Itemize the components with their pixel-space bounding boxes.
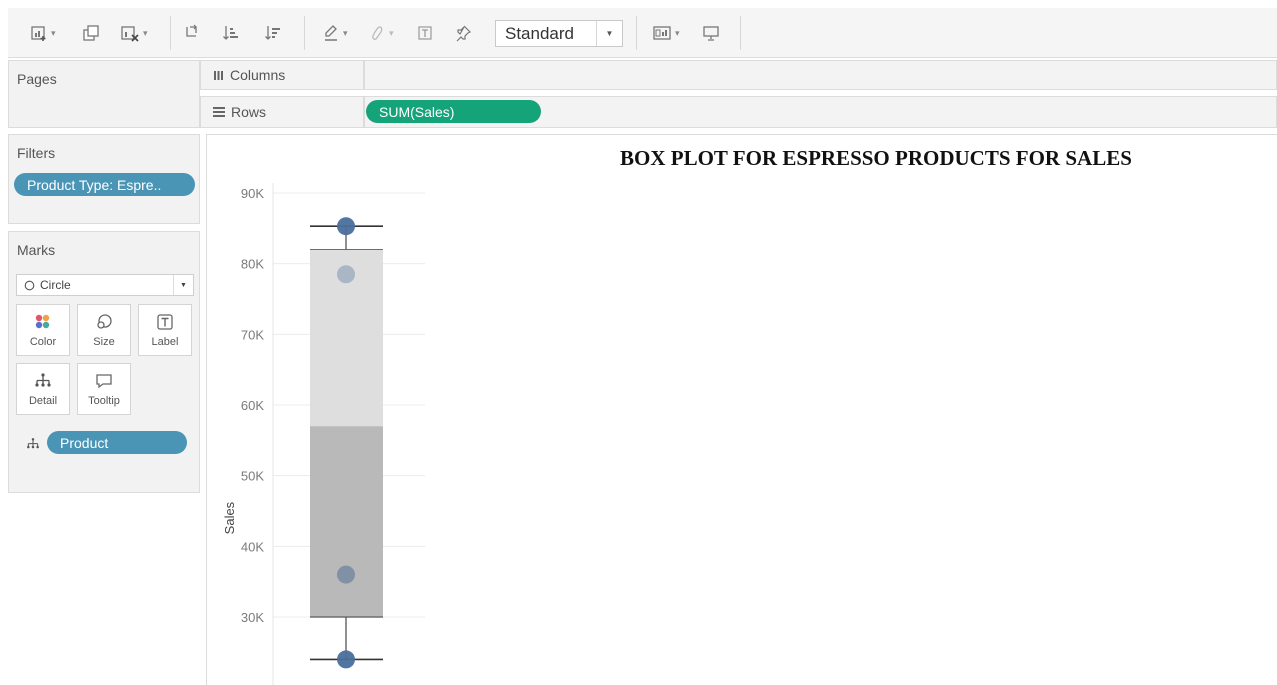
highlight-icon bbox=[325, 25, 337, 41]
label-icon bbox=[157, 313, 173, 330]
y-tick-label: 30K bbox=[241, 610, 264, 625]
y-tick-label: 60K bbox=[241, 398, 264, 413]
y-tick-label: 50K bbox=[241, 469, 264, 484]
circle-mark-icon bbox=[24, 280, 35, 290]
data-point bbox=[337, 650, 355, 669]
swap-axes-button[interactable] bbox=[183, 22, 201, 44]
color-label: Color bbox=[29, 335, 57, 348]
pages-panel[interactable]: Pages bbox=[8, 60, 200, 128]
dropdown-dot-icon: ▾ bbox=[675, 27, 680, 38]
detail-mark-button[interactable]: Detail bbox=[16, 363, 70, 415]
box-plot-chart: 30K 40K 50K 60K 70K 80K 90K Sales bbox=[222, 183, 425, 685]
y-tick-label: 90K bbox=[241, 186, 264, 201]
rows-shelf-label: Rows bbox=[200, 96, 364, 128]
filters-panel[interactable]: Filters Product Type: Espre.. bbox=[8, 134, 200, 224]
rows-label-text: Rows bbox=[231, 104, 267, 120]
columns-shelf-label: Columns bbox=[200, 60, 364, 90]
show-cards-button[interactable]: ▾ bbox=[652, 22, 680, 44]
sort-ascending-icon bbox=[223, 26, 238, 40]
fit-select-value: Standard bbox=[505, 23, 574, 43]
pin-button[interactable] bbox=[454, 22, 472, 44]
highlight-button[interactable]: ▾ bbox=[322, 22, 348, 44]
y-axis-title: Sales bbox=[222, 501, 237, 534]
toolbar-separator bbox=[170, 16, 171, 50]
labels-icon bbox=[418, 26, 432, 40]
labels-button[interactable] bbox=[416, 22, 434, 44]
clear-sheet-icon bbox=[121, 26, 139, 42]
mark-type-value: Circle bbox=[40, 278, 71, 292]
data-point bbox=[337, 217, 355, 236]
duplicate-sheet-icon bbox=[83, 25, 99, 41]
chevron-down-icon: ▼ bbox=[173, 275, 193, 295]
pages-title: Pages bbox=[17, 71, 57, 87]
tooltip-label: Tooltip bbox=[88, 394, 120, 407]
data-point bbox=[337, 565, 355, 584]
toolbar-separator bbox=[740, 16, 741, 50]
dropdown-dot-icon: ▾ bbox=[143, 27, 148, 38]
dropdown-dot-icon: ▾ bbox=[51, 27, 56, 38]
detail-icon bbox=[27, 438, 39, 449]
group-icon bbox=[372, 26, 383, 40]
duplicate-sheet-button[interactable] bbox=[82, 22, 100, 44]
sort-descending-icon bbox=[265, 26, 280, 40]
columns-label-text: Columns bbox=[230, 67, 286, 83]
chart-title: BOX PLOT FOR ESPRESSO PRODUCTS FOR SALES bbox=[620, 146, 1132, 170]
chevron-down-icon: ▼ bbox=[596, 21, 622, 46]
filters-title: Filters bbox=[17, 145, 56, 161]
tooltip-icon bbox=[96, 373, 112, 388]
new-worksheet-icon bbox=[31, 26, 46, 41]
data-point bbox=[337, 265, 355, 284]
label-label: Label bbox=[151, 335, 179, 348]
marks-panel: Marks Circle ▼ Color Size Label Detail T… bbox=[8, 231, 200, 493]
detail-label: Detail bbox=[28, 394, 58, 407]
y-tick-label: 70K bbox=[241, 327, 264, 342]
group-button[interactable]: ▾ bbox=[368, 22, 394, 44]
columns-shelf[interactable] bbox=[364, 60, 1277, 90]
new-worksheet-button[interactable]: ▾ bbox=[30, 22, 56, 44]
tooltip-mark-button[interactable]: Tooltip bbox=[77, 363, 131, 415]
columns-icon bbox=[214, 70, 223, 80]
box-lower bbox=[310, 426, 383, 617]
size-mark-button[interactable]: Size bbox=[77, 304, 131, 356]
filter-pill[interactable]: Product Type: Espre.. bbox=[14, 173, 195, 196]
color-icon bbox=[35, 314, 50, 328]
label-mark-button[interactable]: Label bbox=[138, 304, 192, 356]
show-cards-icon bbox=[653, 26, 671, 40]
sort-ascending-button[interactable] bbox=[222, 22, 240, 44]
toolbar: ▾ ▾ ▾ ▾ Standard ▼ ▾ bbox=[8, 8, 1277, 58]
detail-icon bbox=[35, 372, 51, 387]
presentation-icon bbox=[703, 26, 719, 41]
dropdown-dot-icon: ▾ bbox=[389, 27, 394, 38]
toolbar-separator bbox=[304, 16, 305, 50]
pin-icon bbox=[456, 25, 472, 42]
sort-descending-button[interactable] bbox=[264, 22, 282, 44]
presentation-button[interactable] bbox=[702, 22, 720, 44]
rows-pill[interactable]: SUM(Sales) bbox=[366, 100, 541, 123]
toolbar-separator bbox=[636, 16, 637, 50]
rows-icon bbox=[213, 107, 225, 117]
fit-select[interactable]: Standard ▼ bbox=[495, 20, 623, 47]
product-pill[interactable]: Product bbox=[47, 431, 187, 454]
dropdown-dot-icon: ▾ bbox=[343, 27, 348, 38]
size-icon bbox=[97, 313, 112, 329]
y-tick-label: 40K bbox=[241, 539, 264, 554]
y-tick-label: 80K bbox=[241, 257, 264, 272]
swap-axes-icon bbox=[186, 24, 197, 37]
marks-title: Marks bbox=[17, 242, 56, 258]
clear-sheet-button[interactable]: ▾ bbox=[120, 22, 148, 44]
size-label: Size bbox=[93, 335, 115, 348]
color-mark-button[interactable]: Color bbox=[16, 304, 70, 356]
mark-type-select[interactable]: Circle ▼ bbox=[16, 274, 194, 296]
